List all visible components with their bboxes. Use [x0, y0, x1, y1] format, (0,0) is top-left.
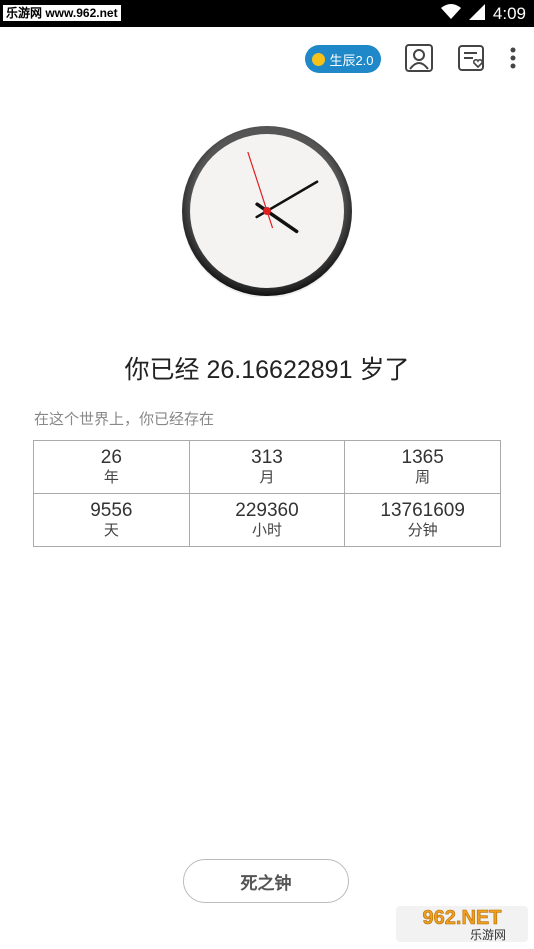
source-label: 乐游网 www.962.net: [3, 5, 121, 21]
version-badge[interactable]: 生辰2.0: [305, 45, 381, 73]
table-row: 9556 天 229360 小时 13761609 分钟: [33, 493, 501, 547]
stat-unit: 年: [103, 469, 119, 486]
badge-dot-icon: [312, 52, 326, 66]
stat-unit: 月: [259, 469, 275, 486]
favorites-list-icon[interactable]: [457, 43, 487, 73]
age-display: 你已经 26.16622891 岁了: [0, 350, 534, 386]
badge-label: 生辰2.0: [329, 52, 374, 68]
table-row: 26 年 313 月 1365 周: [33, 440, 501, 494]
stat-cell-days: 9556 天: [33, 493, 190, 547]
watermark-brand: 962.NET: [423, 907, 502, 929]
stat-cell-years: 26 年: [33, 440, 190, 494]
stat-cell-weeks: 1365 周: [344, 440, 501, 494]
stat-unit: 小时: [251, 522, 282, 539]
stat-value: 1365: [401, 447, 444, 468]
watermark-logo: 962.NET 乐游网: [396, 902, 528, 944]
profile-icon[interactable]: [404, 43, 434, 73]
stat-value: 229360: [235, 500, 299, 521]
status-icons: 4:09: [440, 3, 526, 25]
stat-cell-months: 313 月: [188, 440, 346, 494]
stat-cell-hours: 229360 小时: [188, 493, 346, 547]
status-bar: 乐游网 www.962.net 4:09: [0, 0, 534, 27]
stat-value: 26: [100, 447, 122, 468]
life-stats-table: 26 年 313 月 1365 周 9556 天 229360 小时 13761…: [33, 440, 501, 547]
stat-unit: 分钟: [407, 522, 438, 539]
age-prefix: 你已经: [124, 356, 200, 384]
analog-clock: [181, 125, 353, 298]
death-clock-button[interactable]: 死之钟: [183, 859, 349, 903]
stat-unit: 周: [415, 469, 431, 486]
wifi-icon: [440, 3, 461, 25]
more-menu-icon[interactable]: [503, 43, 523, 73]
stat-cell-minutes: 13761609 分钟: [344, 493, 501, 547]
stat-value: 13761609: [380, 500, 465, 521]
signal-icon: [468, 3, 485, 25]
age-value: 26.16622891: [206, 356, 353, 384]
toolbar: 生辰2.0: [0, 40, 534, 80]
stat-value: 313: [251, 447, 283, 468]
stat-value: 9556: [90, 500, 133, 521]
status-time: 4:09: [492, 4, 526, 23]
stat-unit: 天: [103, 522, 119, 539]
stats-subtitle: 在这个世界上，你已经存在: [34, 411, 215, 428]
watermark-sub: 乐游网: [470, 928, 506, 942]
age-suffix: 岁了: [359, 356, 410, 384]
